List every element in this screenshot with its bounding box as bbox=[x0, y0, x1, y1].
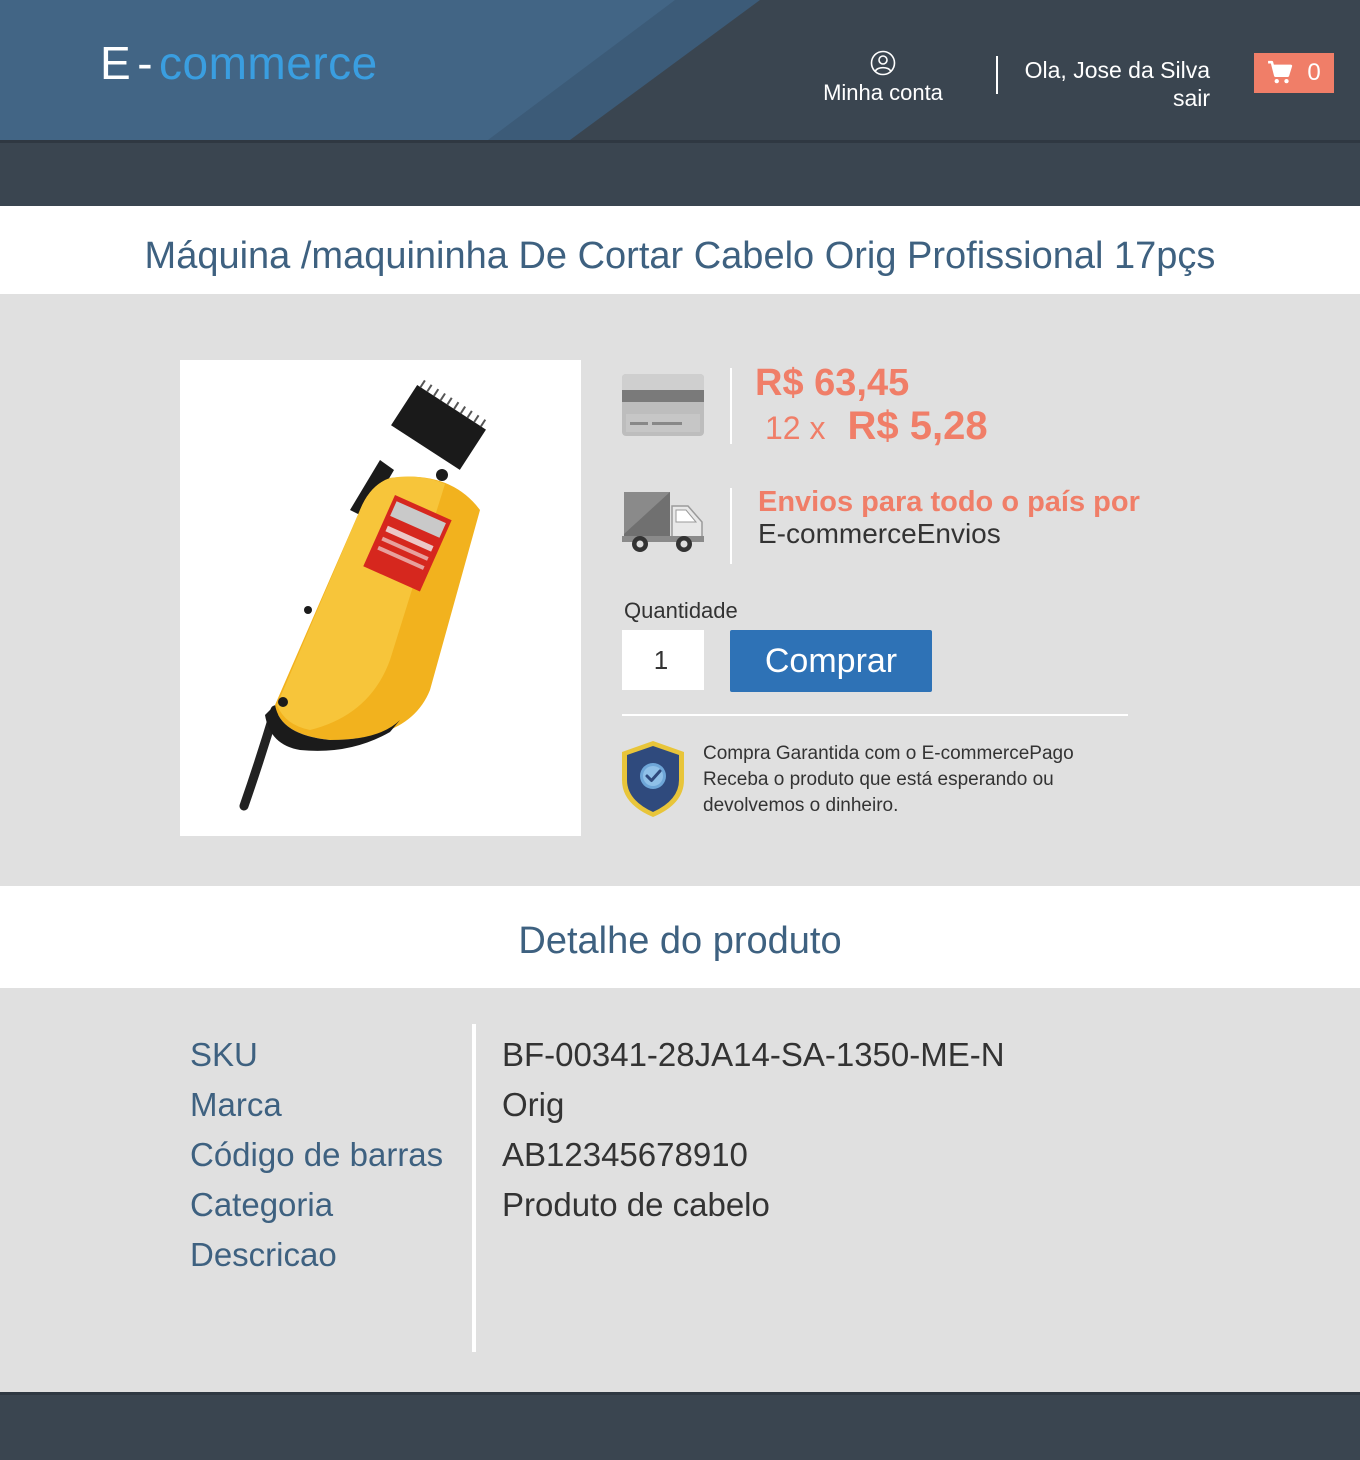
spec-label-brand: Marca bbox=[190, 1086, 282, 1123]
product-title-band: Máquina /maquininha De Cortar Cabelo Ori… bbox=[0, 206, 1360, 294]
shipping-heading: Envios para todo o país por bbox=[758, 486, 1140, 518]
spec-divider bbox=[472, 1024, 476, 1352]
account-link[interactable]: Minha conta bbox=[818, 50, 948, 106]
logo-accent: commerce bbox=[159, 37, 378, 89]
spec-label-description: Descricao bbox=[190, 1236, 337, 1273]
product-price: R$ 63,45 bbox=[755, 362, 910, 404]
product-image[interactable] bbox=[180, 360, 581, 836]
credit-card-icon bbox=[622, 374, 704, 436]
spec-label-category: Categoria bbox=[190, 1186, 334, 1223]
installment-value: R$ 5,28 bbox=[847, 404, 988, 448]
user-greeting: Ola, Jose da Silva sair bbox=[1010, 56, 1210, 112]
logo-prefix: E bbox=[100, 37, 132, 89]
detail-band: Detalhe do produto bbox=[0, 886, 1360, 988]
greeting-text: Ola, Jose da Silva bbox=[1024, 57, 1210, 83]
hair-clipper-image bbox=[239, 379, 487, 811]
payment-divider bbox=[730, 368, 732, 444]
logo-dash: - bbox=[137, 37, 154, 89]
product-title: Máquina /maquininha De Cortar Cabelo Ori… bbox=[144, 235, 1216, 277]
shipping-divider bbox=[730, 488, 732, 564]
header-divider bbox=[996, 56, 998, 94]
guarantee-line2: Receba o produto que está esperando ou bbox=[703, 769, 1054, 790]
guarantee-line3: devolvemos o dinheiro. bbox=[703, 795, 899, 816]
shield-check-icon bbox=[622, 741, 684, 817]
shipping-provider: E-commerceEnvios bbox=[758, 518, 1001, 549]
site-logo[interactable]: E - commerce bbox=[100, 36, 378, 90]
spec-label-barcode: Código de barras bbox=[190, 1136, 444, 1173]
installments-count: 12 x bbox=[765, 410, 826, 446]
spec-value-description bbox=[502, 1230, 1005, 1280]
account-label: Minha conta bbox=[823, 80, 943, 105]
site-footer bbox=[0, 1392, 1360, 1460]
site-header: E - commerce Minha conta Ola, Jose da Silv… bbox=[0, 0, 1360, 140]
cart-count: 0 bbox=[1307, 59, 1321, 86]
spec-labels: SKU Marca Código de barras Categoria Des… bbox=[190, 1030, 443, 1280]
truck-icon bbox=[622, 492, 704, 552]
cart-button[interactable]: 0 bbox=[1254, 53, 1334, 93]
guarantee-text: Compra Garantida com o E-commercePago Re… bbox=[703, 741, 1074, 819]
nav-bar bbox=[0, 140, 1360, 206]
quantity-input[interactable] bbox=[622, 630, 704, 690]
spec-label-sku: SKU bbox=[190, 1036, 258, 1073]
buy-button[interactable]: Comprar bbox=[730, 630, 932, 692]
guarantee-line1: Compra Garantida com o E-commercePago bbox=[703, 743, 1074, 764]
shopping-cart-icon bbox=[1268, 60, 1293, 84]
section-divider bbox=[622, 714, 1128, 716]
installments: 12 x R$ 5,28 bbox=[765, 404, 988, 449]
user-circle-icon bbox=[870, 50, 896, 76]
spec-value-category: Produto de cabelo bbox=[502, 1186, 770, 1223]
detail-heading: Detalhe do produto bbox=[518, 920, 842, 962]
logout-link[interactable]: sair bbox=[1010, 84, 1210, 112]
spec-value-brand: Orig bbox=[502, 1086, 565, 1123]
spec-values: BF-00341-28JA14-SA-1350-ME-N Orig AB1234… bbox=[502, 1030, 1005, 1280]
spec-value-sku: BF-00341-28JA14-SA-1350-ME-N bbox=[502, 1036, 1005, 1073]
quantity-label: Quantidade bbox=[624, 598, 738, 623]
spec-value-barcode: AB12345678910 bbox=[502, 1136, 748, 1173]
